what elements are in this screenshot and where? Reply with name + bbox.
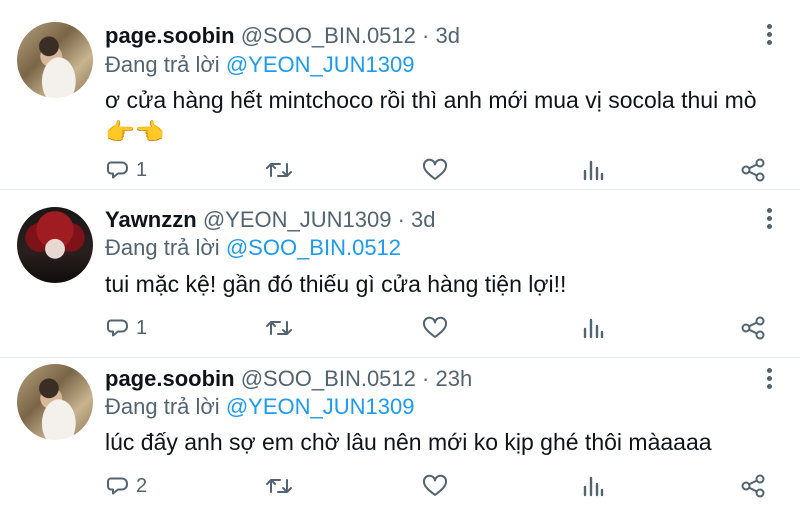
tweet-text: ơ cửa hàng hết mintchoco rồi thì anh mới… bbox=[105, 84, 770, 149]
user-handle[interactable]: @SOO_BIN.0512 bbox=[241, 23, 416, 48]
analytics-button[interactable] bbox=[582, 316, 604, 340]
retweet-icon bbox=[266, 479, 292, 493]
reply-icon bbox=[107, 161, 128, 179]
tweet[interactable]: page.soobin @SOO_BIN.0512 · 3d Đang trả … bbox=[0, 0, 800, 190]
replying-to-label: Đang trả lời bbox=[105, 52, 220, 77]
share-button[interactable] bbox=[740, 316, 766, 340]
reply-icon bbox=[107, 319, 128, 337]
user-handle[interactable]: @SOO_BIN.0512 bbox=[241, 366, 416, 391]
reply-count: 2 bbox=[136, 474, 148, 497]
separator-dot: · bbox=[397, 207, 405, 232]
heart-icon bbox=[422, 158, 448, 180]
tweet-text: lúc đấy anh sợ em chờ lâu nên mới ko kịp… bbox=[105, 426, 770, 458]
analytics-icon bbox=[583, 160, 604, 181]
mention-link[interactable]: @SOO_BIN.0512 bbox=[226, 235, 401, 260]
like-button[interactable] bbox=[422, 158, 448, 182]
reply-button[interactable]: 1 bbox=[106, 316, 147, 340]
more-vertical-icon[interactable] bbox=[762, 366, 776, 394]
mention-link[interactable]: @YEON_JUN1309 bbox=[226, 394, 415, 419]
avatar[interactable] bbox=[17, 364, 93, 440]
timestamp[interactable]: 23h bbox=[435, 366, 472, 391]
heart-icon bbox=[422, 316, 448, 338]
share-button[interactable] bbox=[740, 158, 766, 182]
share-icon bbox=[741, 316, 765, 340]
tweet-text-content: tui mặc kệ! gần đó thiếu gì cửa hàng tiệ… bbox=[105, 271, 567, 297]
tweet-text-content: ơ cửa hàng hết mintchoco rồi thì anh mới… bbox=[105, 87, 757, 113]
like-button[interactable] bbox=[422, 474, 448, 498]
more-vertical-icon[interactable] bbox=[762, 22, 776, 50]
avatar[interactable] bbox=[17, 22, 93, 98]
reply-icon bbox=[107, 477, 128, 495]
analytics-button[interactable] bbox=[582, 474, 604, 498]
retweet-button[interactable] bbox=[265, 158, 293, 182]
user-handle[interactable]: @YEON_JUN1309 bbox=[203, 207, 392, 232]
retweet-button[interactable] bbox=[265, 316, 293, 340]
tweet-header: page.soobin @SOO_BIN.0512 · 23h bbox=[105, 364, 472, 394]
tweet-header: Yawnzzn @YEON_JUN1309 · 3d bbox=[105, 205, 436, 235]
reply-button[interactable]: 1 bbox=[106, 158, 147, 182]
tweet-text-content: lúc đấy anh sợ em chờ lâu nên mới ko kịp… bbox=[105, 429, 712, 455]
timestamp[interactable]: 3d bbox=[411, 207, 435, 232]
separator-dot: · bbox=[422, 366, 430, 391]
more-vertical-icon[interactable] bbox=[762, 206, 776, 234]
display-name[interactable]: Yawnzzn bbox=[105, 207, 197, 232]
display-name[interactable]: page.soobin bbox=[105, 366, 235, 391]
analytics-button[interactable] bbox=[582, 158, 604, 182]
tweet[interactable]: Yawnzzn @YEON_JUN1309 · 3d Đang trả lời … bbox=[0, 190, 800, 358]
reply-button[interactable]: 2 bbox=[106, 474, 147, 498]
heart-icon bbox=[422, 474, 448, 496]
tweet-text: tui mặc kệ! gần đó thiếu gì cửa hàng tiệ… bbox=[105, 268, 770, 300]
reply-count: 1 bbox=[136, 158, 148, 181]
like-button[interactable] bbox=[422, 316, 448, 340]
timestamp[interactable]: 3d bbox=[435, 23, 459, 48]
retweet-button[interactable] bbox=[265, 474, 293, 498]
emoji: 👉👈 bbox=[105, 119, 165, 146]
mention-link[interactable]: @YEON_JUN1309 bbox=[226, 52, 415, 77]
avatar[interactable] bbox=[17, 207, 93, 283]
tweet[interactable]: page.soobin @SOO_BIN.0512 · 23h Đang trả… bbox=[0, 358, 800, 512]
share-icon bbox=[741, 474, 765, 498]
share-button[interactable] bbox=[740, 474, 766, 498]
retweet-icon bbox=[266, 163, 292, 177]
replying-to-label: Đang trả lời bbox=[105, 235, 220, 260]
analytics-icon bbox=[583, 476, 604, 497]
display-name[interactable]: page.soobin bbox=[105, 23, 235, 48]
reply-count: 1 bbox=[136, 316, 148, 339]
replying-to: Đang trả lời @YEON_JUN1309 bbox=[105, 50, 414, 80]
replying-to-label: Đang trả lời bbox=[105, 394, 220, 419]
share-icon bbox=[741, 158, 765, 182]
analytics-icon bbox=[583, 318, 604, 339]
tweet-header: page.soobin @SOO_BIN.0512 · 3d bbox=[105, 21, 460, 51]
replying-to: Đang trả lời @YEON_JUN1309 bbox=[105, 392, 414, 422]
separator-dot: · bbox=[422, 23, 430, 48]
replying-to: Đang trả lời @SOO_BIN.0512 bbox=[105, 233, 401, 263]
retweet-icon bbox=[266, 321, 292, 335]
